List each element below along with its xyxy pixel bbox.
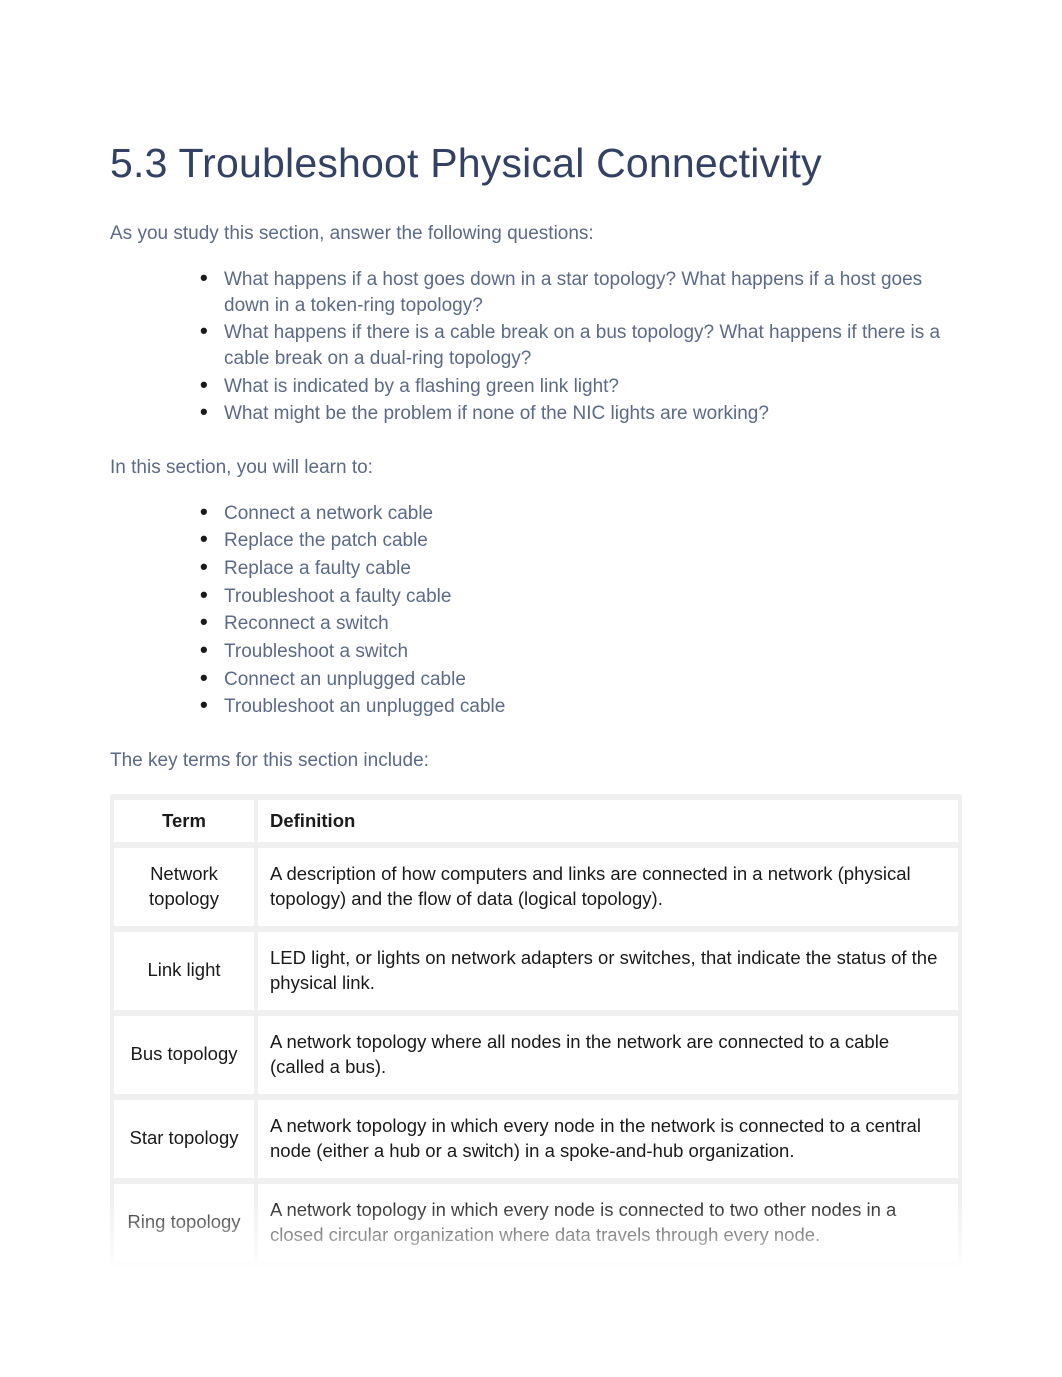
table-header-term: Term <box>114 800 254 842</box>
definition-cell: A network topology where all nodes in th… <box>258 1016 958 1094</box>
list-item: What is indicated by a flashing green li… <box>200 374 962 400</box>
intro-questions: As you study this section, answer the fo… <box>110 223 962 245</box>
list-item: Reconnect a switch <box>200 611 962 637</box>
definition-cell: A network topology in which every node i… <box>258 1184 958 1262</box>
table-row: Ring topology A network topology in whic… <box>114 1184 958 1262</box>
terms-table-wrap: Term Definition Network topology A descr… <box>110 794 962 1268</box>
terms-table: Term Definition Network topology A descr… <box>110 794 962 1268</box>
page-title: 5.3 Troubleshoot Physical Connectivity <box>110 140 962 187</box>
term-cell: Star topology <box>114 1100 254 1178</box>
list-item: What happens if a host goes down in a st… <box>200 267 962 318</box>
list-item: Replace the patch cable <box>200 528 962 554</box>
list-item: Connect an unplugged cable <box>200 667 962 693</box>
table-row: Link light LED light, or lights on netwo… <box>114 932 958 1010</box>
term-cell: Bus topology <box>114 1016 254 1094</box>
list-item: Connect a network cable <box>200 501 962 527</box>
table-row: Bus topology A network topology where al… <box>114 1016 958 1094</box>
list-item: Troubleshoot an unplugged cable <box>200 694 962 720</box>
questions-list: What happens if a host goes down in a st… <box>110 267 962 427</box>
learn-list: Connect a network cable Replace the patc… <box>110 501 962 720</box>
list-item: Replace a faulty cable <box>200 556 962 582</box>
term-cell: Ring topology <box>114 1184 254 1262</box>
list-item: Troubleshoot a faulty cable <box>200 584 962 610</box>
table-header-definition: Definition <box>258 800 958 842</box>
definition-cell: A network topology in which every node i… <box>258 1100 958 1178</box>
list-item: Troubleshoot a switch <box>200 639 962 665</box>
definition-cell: A description of how computers and links… <box>258 848 958 926</box>
intro-learn: In this section, you will learn to: <box>110 457 962 479</box>
term-cell: Network topology <box>114 848 254 926</box>
table-row: Network topology A description of how co… <box>114 848 958 926</box>
term-cell: Link light <box>114 932 254 1010</box>
list-item: What might be the problem if none of the… <box>200 401 962 427</box>
intro-terms: The key terms for this section include: <box>110 750 962 772</box>
list-item: What happens if there is a cable break o… <box>200 320 962 371</box>
definition-cell: LED light, or lights on network adapters… <box>258 932 958 1010</box>
table-row: Star topology A network topology in whic… <box>114 1100 958 1178</box>
